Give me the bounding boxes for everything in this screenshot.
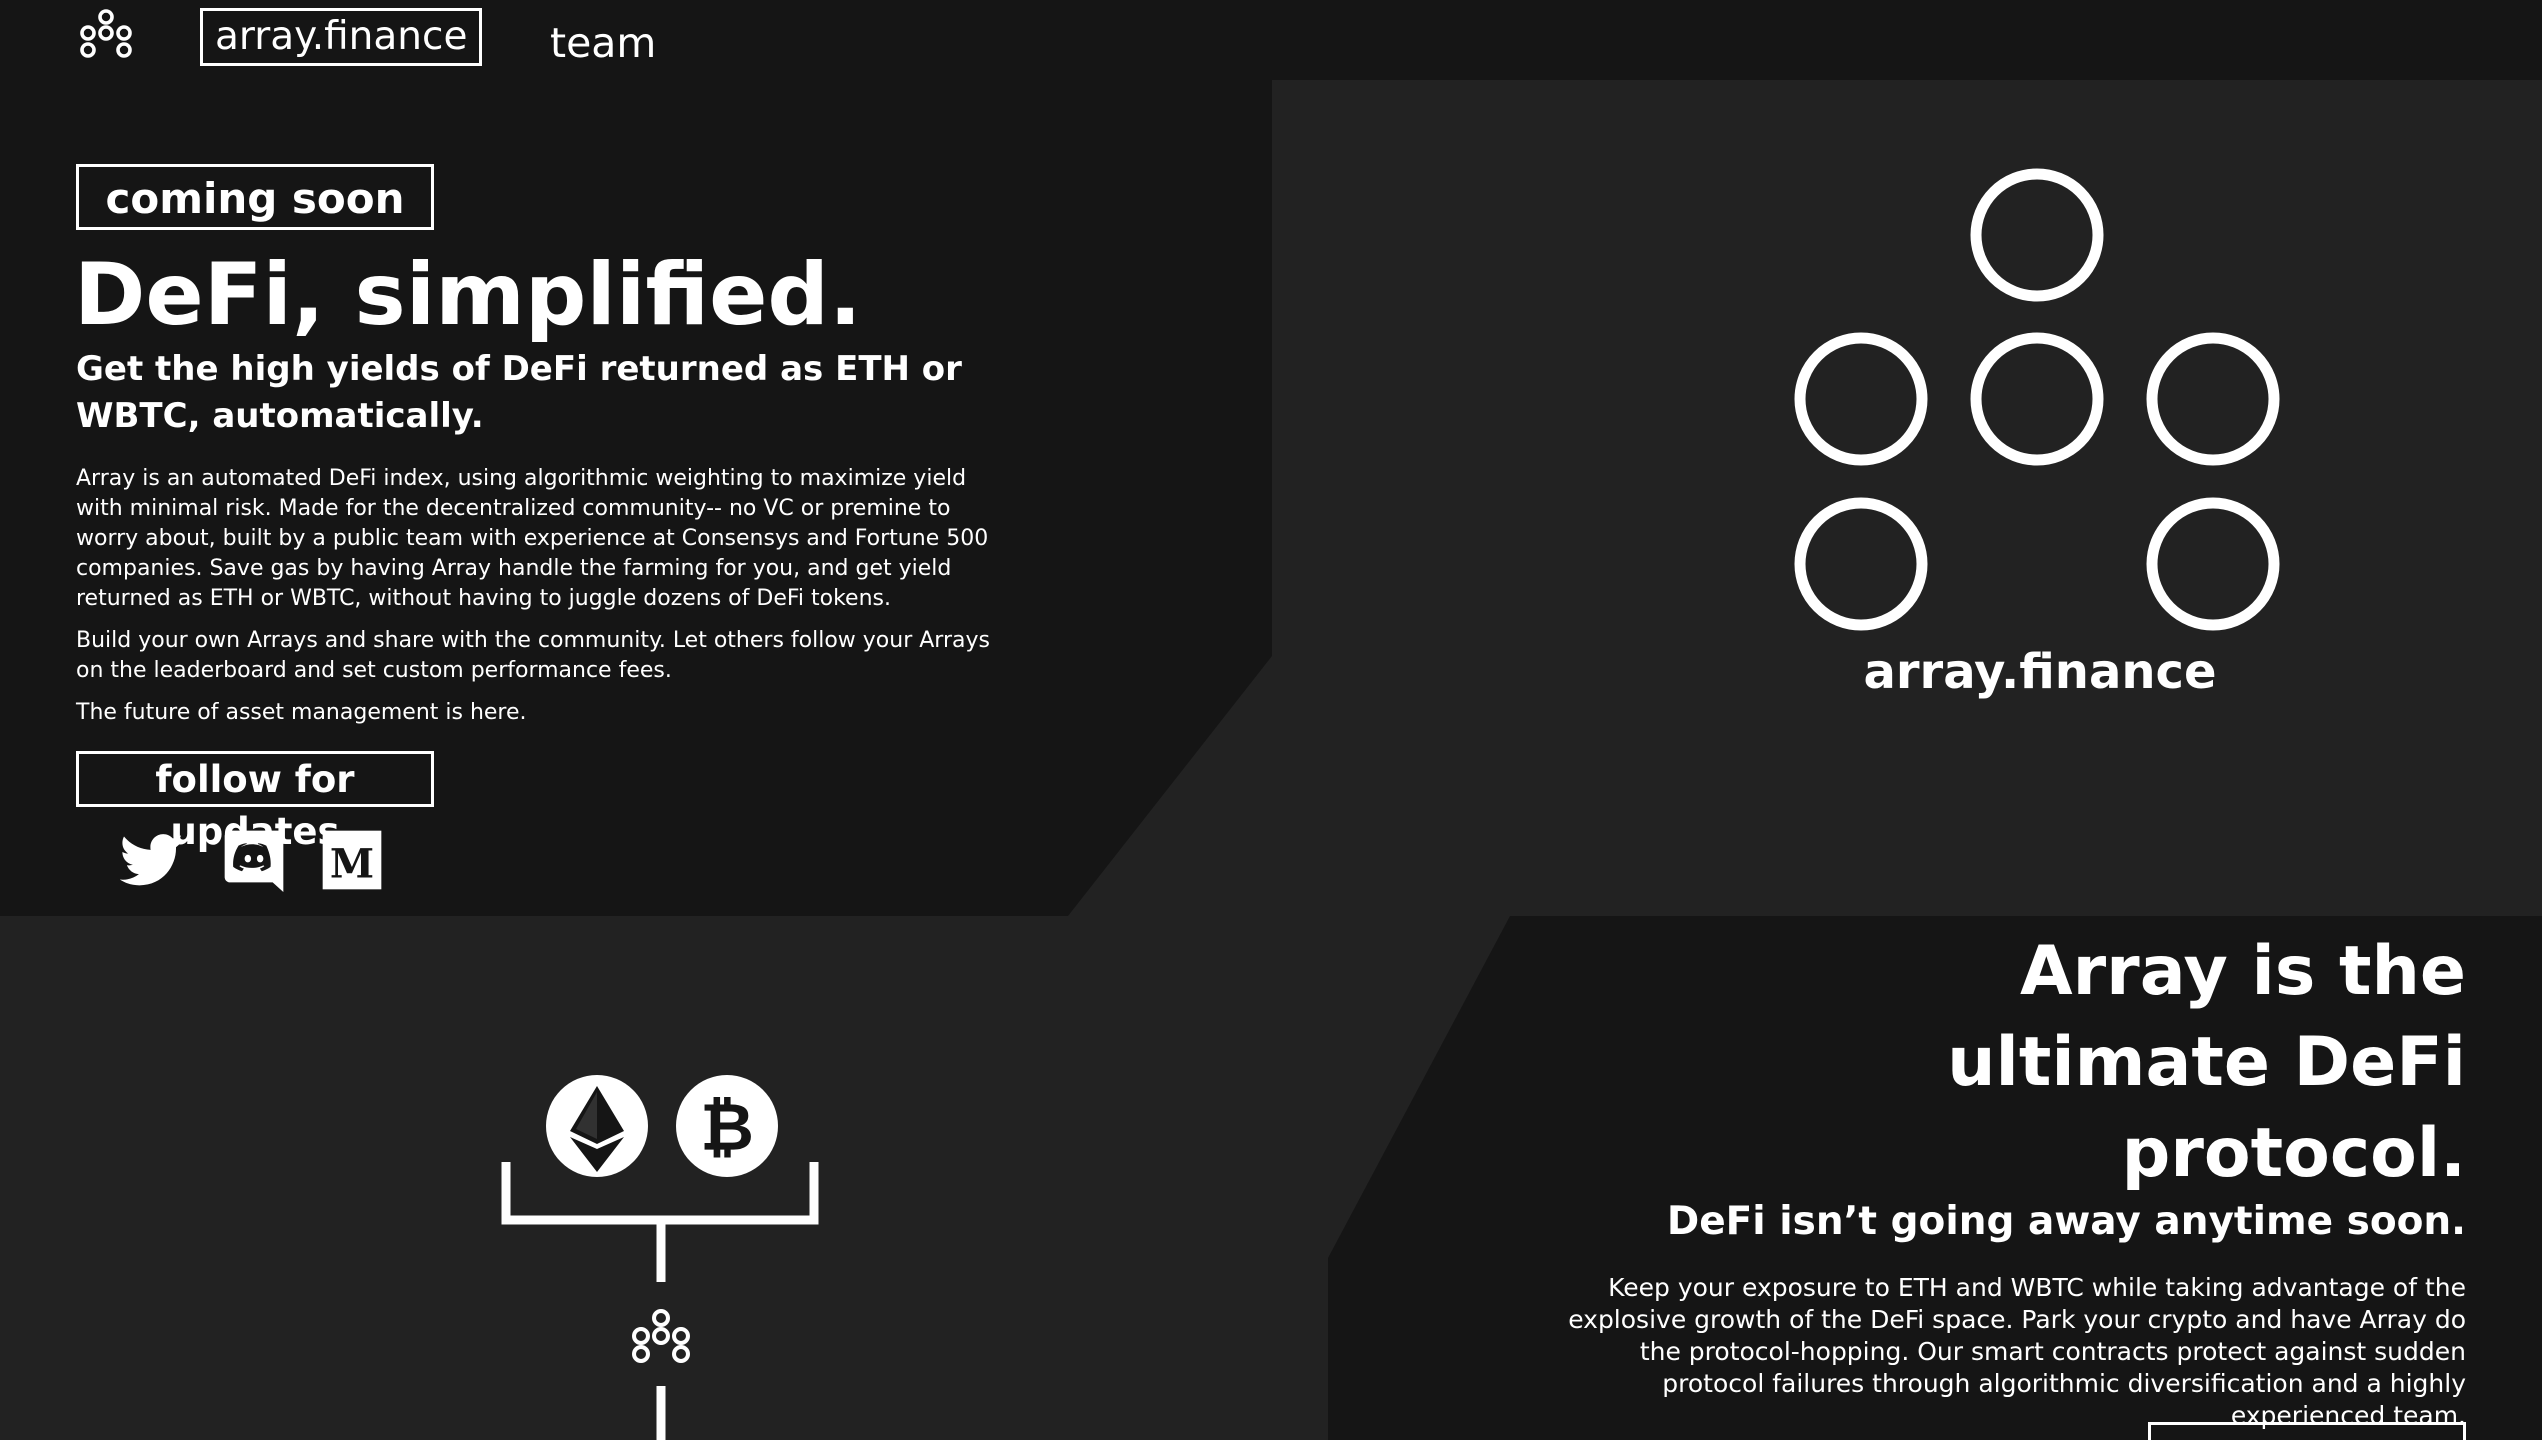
protocol-title-line: Array is the [2020,932,2466,1011]
protocol-subtitle: DeFi isn’t going away anytime soon. [1666,1199,2466,1244]
protocol-title-line: ultimate DeFi [1947,1023,2466,1102]
medium-icon[interactable]: M [320,828,384,892]
array-dots-logo-icon [1794,168,2280,631]
top-nav: array.finance team [0,0,2542,80]
nav-team-link[interactable]: team [550,8,656,67]
logo-wordmark: array.finance [1863,644,2217,700]
protocol-description: Keep your exposure to ETH and WBTC while… [1568,1273,2466,1430]
twitter-icon[interactable] [120,828,184,892]
follow-for-updates-label: follow for updates [76,751,434,853]
coming-soon-badge: coming soon [76,164,434,230]
hero-paragraph: The future of asset management is here. [76,700,527,725]
discord-icon[interactable] [222,828,286,892]
hero-title: DeFi, simplified. [74,245,862,345]
ethereum-icon [546,1075,648,1177]
bitcoin-icon: ₿ [676,1075,778,1177]
flow-illustration: ₿ [501,1075,819,1440]
protocol-cta-button[interactable] [2148,1422,2466,1440]
array-dots-logo-icon [632,1309,690,1363]
svg-text:₿: ₿ [700,1089,754,1166]
hero-subtitle: Get the high yields of DeFi returned as … [76,349,962,436]
array-dots-logo-icon[interactable] [76,8,136,68]
page: array.finance team coming soon DeFi, sim… [0,0,2542,1440]
protocol-title: Array is the ultimate DeFi protocol. [1566,926,2466,1199]
svg-text:M: M [330,840,374,887]
protocol-title-line: protocol. [2121,1114,2466,1193]
hero-description: Array is an automated DeFi index, using … [76,464,1006,740]
hero-paragraph: Build your own Arrays and share with the… [76,628,990,683]
nav-brand-link[interactable]: array.finance [200,8,483,66]
hero-paragraph: Array is an automated DeFi index, using … [76,466,989,611]
